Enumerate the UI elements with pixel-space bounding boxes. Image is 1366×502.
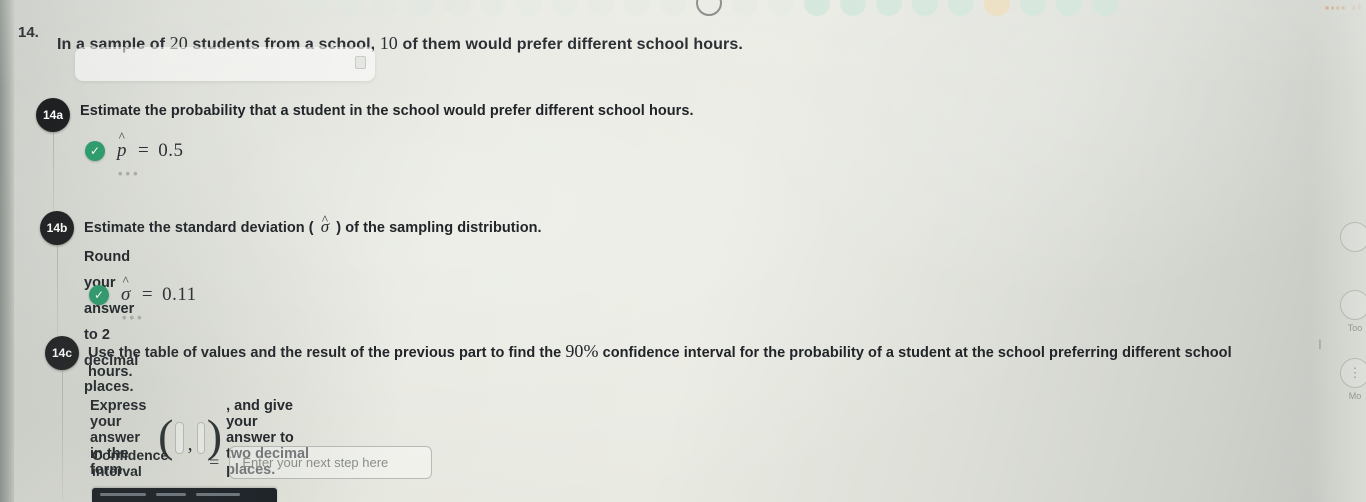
part-connector	[62, 370, 63, 500]
equals-sign: =	[209, 452, 220, 472]
hat-accent: ^	[321, 212, 329, 227]
toolbar-segment[interactable]	[100, 493, 146, 496]
hat-accent: ^	[118, 129, 126, 144]
part-14a-answer-row: ✓ ^ p = 0.5	[85, 129, 184, 162]
rail-item-tools[interactable]: Too	[1340, 290, 1366, 333]
part-14b-answer-row: ✓ ^ σ = 0.11	[89, 273, 197, 306]
confidence-level: 90%	[565, 341, 599, 361]
rail-label-tools: Too	[1347, 323, 1363, 333]
prompt-text-b: confidence interval for the probability …	[598, 345, 1232, 361]
part-14b-answer: ^ σ = 0.11	[119, 273, 197, 306]
stem-text-3: of them would prefer different school ho…	[397, 36, 743, 53]
next-step-placeholder: Enter your next step here	[242, 455, 389, 470]
part-connector	[57, 245, 58, 347]
math-keyboard-toolbar[interactable]	[92, 488, 277, 502]
part-14b-prompt-line1: Estimate the standard deviation ( ^ σ ) o…	[84, 212, 984, 241]
toolbar-segment[interactable]	[156, 493, 186, 496]
expand-icon[interactable]	[355, 56, 366, 69]
question-number: 14.	[18, 24, 39, 41]
toolbar-segment[interactable]	[196, 493, 240, 496]
confidence-interval-label: Confidence interval	[92, 446, 169, 479]
part-14b-steps-ellipsis[interactable]: •••	[122, 310, 145, 325]
hat-accent: ^	[122, 273, 130, 288]
confidence-interval-row: Confidence interval = Enter your next st…	[92, 446, 433, 479]
table-of-values-panel[interactable]	[75, 47, 375, 81]
answer-value: 0.11	[162, 284, 197, 305]
correct-check-icon: ✓	[89, 285, 109, 305]
rail-label-more: Mo	[1348, 391, 1362, 401]
equals-sign: =	[141, 284, 154, 305]
rail-item-more[interactable]: ⋮ Mo	[1340, 358, 1366, 401]
tools-icon[interactable]	[1340, 290, 1366, 320]
part-badge-14c: 14c	[45, 336, 79, 370]
rail-divider-mark: I	[1318, 336, 1322, 352]
part-badge-14a: 14a	[36, 98, 70, 132]
part-14c-prompt-line2: hours.	[88, 364, 133, 380]
prompt-text-before: Estimate the standard deviation (	[84, 220, 318, 236]
part-badge-14b: 14b	[40, 211, 74, 245]
right-side-rail: Too ⋮ Mo I	[1310, 0, 1366, 502]
correct-check-icon: ✓	[85, 141, 105, 161]
next-step-input[interactable]: Enter your next step here	[229, 446, 433, 479]
more-icon[interactable]: ⋮	[1340, 358, 1366, 388]
prompt-text-after: ) of the sampling distribution.	[332, 220, 542, 236]
question-content: 14. In a sample of 20 students from a sc…	[0, 0, 1310, 502]
part-14a-steps-ellipsis[interactable]: •••	[118, 166, 141, 181]
help-icon[interactable]	[1340, 222, 1366, 252]
equals-sign: =	[138, 140, 150, 161]
part-14a-prompt: Estimate the probability that a student …	[80, 103, 694, 119]
rail-item-help[interactable]	[1340, 222, 1366, 252]
stem-count: 10	[379, 33, 398, 53]
part-14c-prompt-line1: Use the table of values and the result o…	[88, 338, 1308, 366]
part-14a-answer: ^ p = 0.5	[115, 129, 184, 162]
prompt-text-a: Use the table of values and the result o…	[88, 345, 566, 361]
answer-value: 0.5	[158, 140, 184, 161]
